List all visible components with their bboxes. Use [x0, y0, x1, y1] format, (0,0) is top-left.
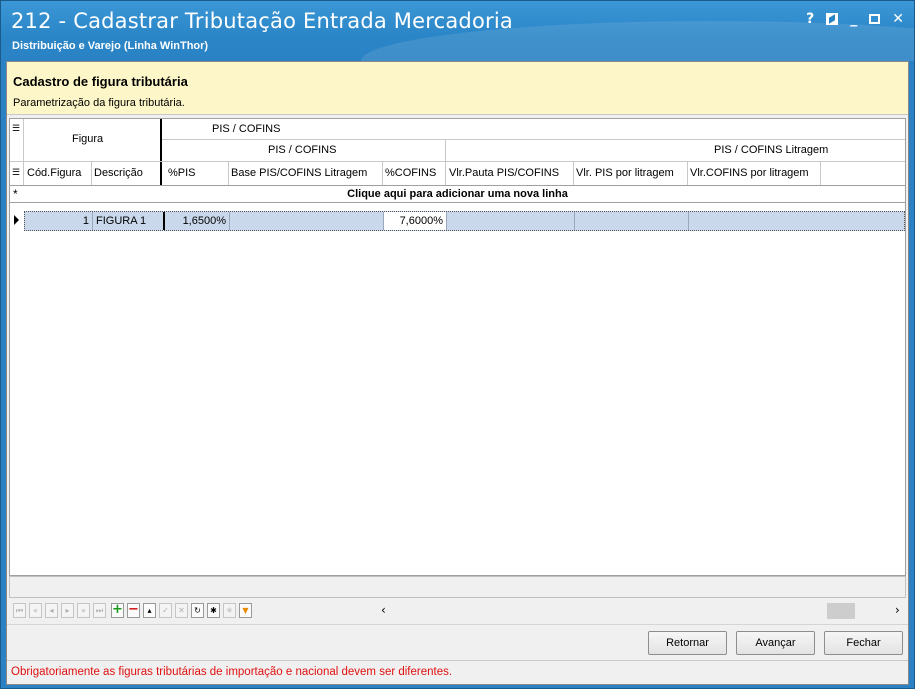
col-vlr-pis-litragem[interactable]: Vlr. PIS por litragem — [576, 167, 674, 179]
horizontal-scroll-thumb[interactable] — [827, 603, 855, 619]
cell-pis[interactable]: 1,6500% — [163, 212, 229, 230]
new-row-text[interactable]: Clique aqui para adicionar uma nova linh… — [10, 188, 905, 200]
validation-message: Obrigatoriamente as figuras tributárias … — [11, 666, 453, 678]
current-row-indicator-icon — [10, 209, 24, 231]
client-area: Cadastro de figura tributária Parametriz… — [6, 61, 909, 685]
panel-subtitle: Parametrização da figura tributária. — [13, 97, 185, 109]
new-row[interactable]: * Clique aqui para adicionar uma nova li… — [10, 185, 905, 203]
cell-vlr-pauta[interactable] — [446, 212, 574, 230]
footer-panel — [9, 576, 906, 598]
window-title: 212 - Cadastrar Tributação Entrada Merca… — [11, 9, 513, 33]
band-figura: Figura — [72, 133, 104, 145]
title-bar[interactable]: 212 - Cadastrar Tributação Entrada Merca… — [1, 1, 914, 61]
window-subtitle: Distribuição e Varejo (Linha WinThor) — [12, 40, 209, 52]
col-divider — [445, 161, 446, 185]
app-window: 212 - Cadastrar Tributação Entrada Merca… — [0, 0, 915, 689]
next-page-icon[interactable]: » — [77, 603, 90, 618]
panel-title: Cadastro de figura tributária — [13, 74, 188, 89]
cell-base-pis-cofins-litragem[interactable] — [229, 212, 383, 230]
fixed-column-divider — [160, 119, 162, 185]
header-divider — [10, 161, 905, 162]
cancel-icon[interactable]: ✕ — [175, 603, 188, 618]
minimize-icon[interactable]: _ — [850, 11, 857, 27]
col-divider — [820, 161, 821, 185]
grid-navigator: ⏮ « ◂ ▸ » ⏭ + − ▴ ✓ ✕ ↻ ✱ ✳ ▼ ‹ › — [9, 600, 906, 622]
status-bar: Obrigatoriamente as figuras tributárias … — [7, 660, 908, 684]
filter-icon[interactable]: ▼ — [239, 603, 252, 618]
band-pis-cofins-top: PIS / COFINS — [212, 123, 281, 135]
scroll-left-icon[interactable]: ‹ — [381, 603, 386, 617]
header-panel: Cadastro de figura tributária Parametriz… — [7, 62, 908, 115]
prev-page-icon[interactable]: « — [29, 603, 42, 618]
post-icon[interactable]: ✓ — [159, 603, 172, 618]
col-base-pis-cofins-litragem[interactable]: Base PIS/COFINS Litragem — [231, 167, 367, 179]
tax-figure-grid[interactable]: ☰ Figura PIS / COFINS PIS / COFINS PIS /… — [9, 118, 906, 576]
fechar-button[interactable]: Fechar — [824, 631, 903, 655]
grid-header: ☰ Figura PIS / COFINS PIS / COFINS PIS /… — [10, 119, 905, 185]
scroll-right-icon[interactable]: › — [895, 603, 900, 617]
close-icon[interactable]: ✕ — [892, 11, 904, 27]
col-vlr-cofins-litragem[interactable]: Vlr.COFINS por litragem — [690, 167, 809, 179]
col-descricao[interactable]: Descrição — [94, 167, 143, 179]
maximize-icon[interactable] — [869, 14, 881, 24]
refresh-icon[interactable]: ↻ — [191, 603, 204, 618]
goto-bookmark-icon[interactable]: ✳ — [223, 603, 236, 618]
indicator-divider — [23, 119, 24, 185]
cell-cofins[interactable]: 7,6000% — [383, 212, 446, 230]
band-divider — [445, 139, 446, 161]
prev-icon[interactable]: ◂ — [45, 603, 58, 618]
avancar-button[interactable]: Avançar — [736, 631, 815, 655]
bookmark-icon[interactable]: ✱ — [207, 603, 220, 618]
retornar-button[interactable]: Retornar — [648, 631, 727, 655]
window-controls: ? _ ✕ — [806, 11, 904, 27]
band-pis-cofins-litragem: PIS / COFINS Litragem — [714, 144, 829, 156]
table-row[interactable]: 1 FIGURA 1 1,6500% 7,6000% — [24, 211, 905, 231]
button-bar: Retornar Avançar Fechar — [7, 624, 908, 660]
add-icon[interactable]: + — [111, 603, 124, 618]
col-pis[interactable]: %PIS — [168, 167, 196, 179]
band-customize-icon[interactable]: ☰ — [12, 123, 20, 134]
cell-vlr-cofins-litragem[interactable] — [688, 212, 904, 230]
col-vlr-pauta[interactable]: Vlr.Pauta PIS/COFINS — [449, 167, 559, 179]
cell-vlr-pis-litragem[interactable] — [574, 212, 688, 230]
col-cod-figura[interactable]: Cód.Figura — [27, 167, 81, 179]
cell-cod-figura[interactable]: 1 — [25, 212, 92, 230]
col-divider — [573, 161, 574, 185]
col-divider — [687, 161, 688, 185]
restore-icon[interactable] — [826, 13, 839, 25]
help-icon[interactable]: ? — [806, 11, 814, 27]
delete-icon[interactable]: − — [127, 603, 140, 618]
cell-descricao[interactable]: FIGURA 1 — [92, 212, 161, 230]
col-divider — [382, 161, 383, 185]
header-divider — [162, 139, 905, 140]
col-divider — [91, 161, 92, 185]
last-icon[interactable]: ⏭ — [93, 603, 106, 618]
col-divider — [228, 161, 229, 185]
first-icon[interactable]: ⏮ — [13, 603, 26, 618]
col-cofins[interactable]: %COFINS — [385, 167, 436, 179]
next-icon[interactable]: ▸ — [61, 603, 74, 618]
edit-icon[interactable]: ▴ — [143, 603, 156, 618]
column-customize-icon[interactable]: ☰ — [12, 167, 20, 178]
band-pis-cofins: PIS / COFINS — [268, 144, 337, 156]
